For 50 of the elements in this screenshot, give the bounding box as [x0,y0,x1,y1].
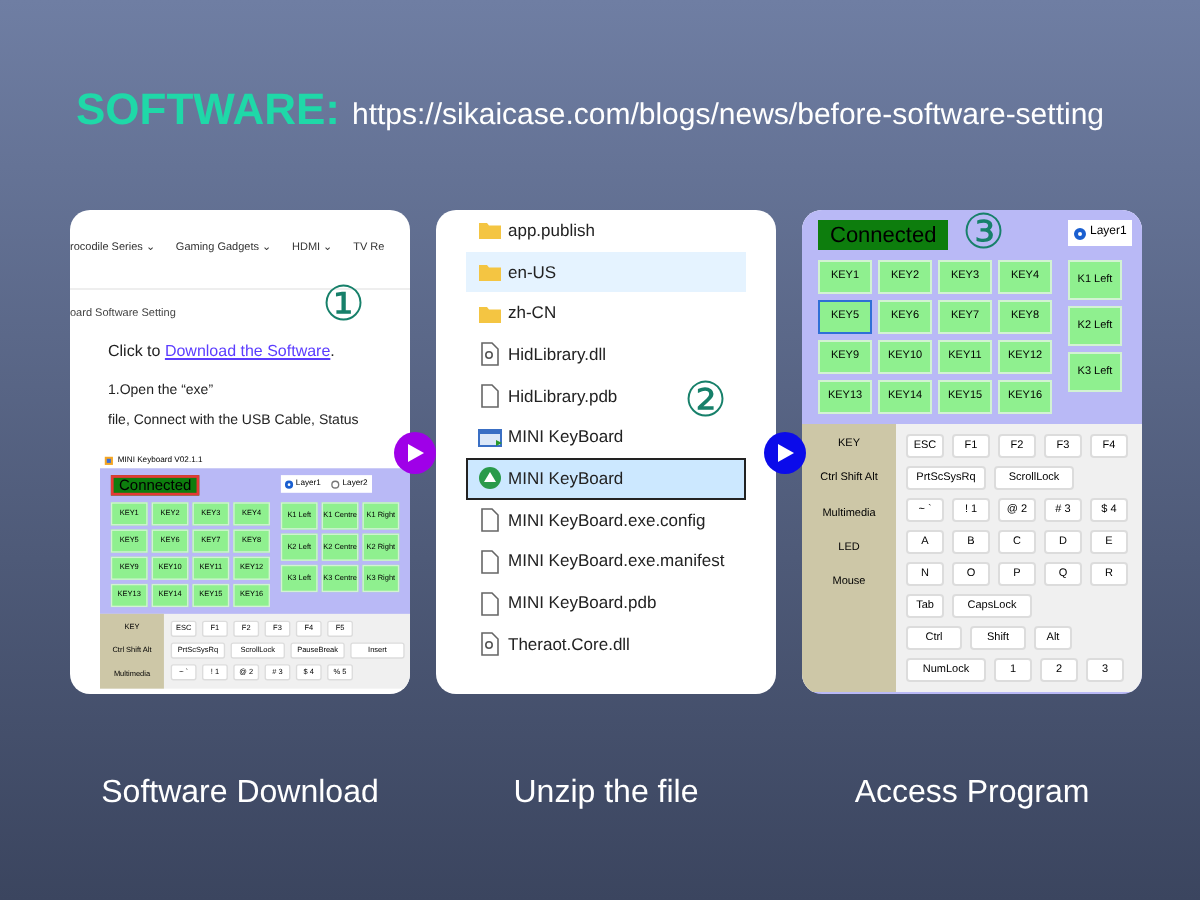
app-icon [478,466,502,491]
file-name: MINI KeyBoard [508,466,624,492]
file-name: MINI KeyBoard [508,424,624,451]
file-row[interactable]: HidLibrary.pdb [466,375,630,417]
file-row[interactable]: Theraot.Core.dll [466,623,642,666]
file-name: MINI KeyBoard.pdb [508,590,657,616]
step-number: ③ [962,210,1006,258]
file-row[interactable]: MINI KeyBoard.exe.config [466,499,718,541]
file-row[interactable]: MINI KeyBoard [466,458,746,500]
file-row[interactable]: app.publish [466,210,607,252]
file-name: app.publish [508,217,595,244]
window-icon [478,425,502,450]
folder-icon [478,260,502,285]
app-icon [104,455,114,466]
file-row[interactable]: MINI KeyBoard.exe.manifest [466,541,737,583]
file-row[interactable]: en-US [466,251,746,293]
file-name: en-US [508,259,557,285]
file-row[interactable]: MINI KeyBoard.pdb [466,582,669,624]
step-caption: Access Program [854,774,1090,814]
instruction-text: Click to Download the Software. [108,340,337,365]
step-number: ② [684,378,728,426]
step-number: ① [322,282,366,330]
url-text: https://sikaicase.com/blogs/news/before-software-setting [352,96,1105,136]
folder-icon [478,301,502,326]
file-name: MINI KeyBoard.exe.config [508,507,706,534]
file-name: MINI KeyBoard.exe.manifest [508,548,725,575]
radio-button[interactable] [331,480,340,489]
software-heading: SOFTWARE: [76,82,340,138]
triangle-icon [777,444,793,462]
document-icon [478,508,502,533]
radio-button[interactable] [1074,227,1086,239]
document-icon [478,591,502,616]
file-row[interactable]: MINI KeyBoard [466,416,636,459]
document-gear-icon [478,632,502,657]
step-caption: Unzip the file [513,774,699,814]
document-gear-icon [478,342,502,367]
file-name: HidLibrary.pdb [508,383,618,409]
step-caption: Software Download [101,774,379,814]
file-row[interactable]: HidLibrary.dll [466,334,618,376]
file-row[interactable]: zh-CN [466,292,569,335]
document-icon [478,384,502,409]
radio-button[interactable] [284,480,294,489]
document-icon [478,549,502,574]
file-name: HidLibrary.dll [508,342,606,368]
triangle-icon [407,444,423,462]
folder-icon [478,218,502,243]
status-label: Connected [818,220,949,250]
file-name: zh-CN [508,300,557,327]
file-name: Theraot.Core.dll [508,631,630,658]
download-link[interactable]: Download the Software [164,342,331,361]
